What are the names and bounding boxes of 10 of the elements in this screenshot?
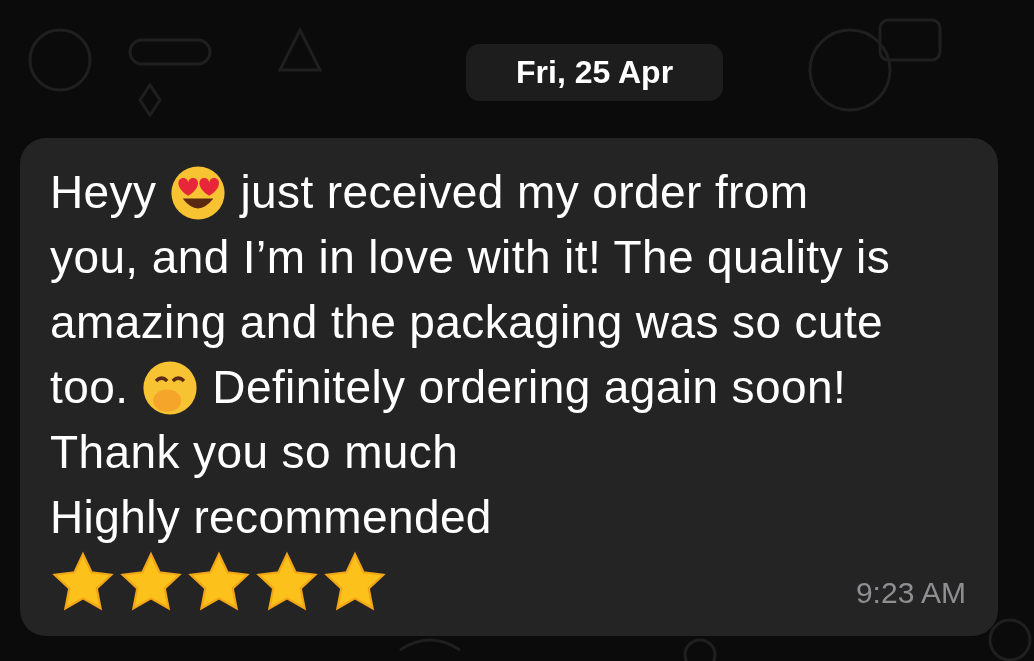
message-text: Definitely ordering again soon!: [212, 360, 847, 415]
message-text: too.: [50, 360, 129, 415]
message-text: Highly recommended: [50, 490, 492, 545]
message-text: you, and I’m in love with it! The quality is: [50, 230, 891, 285]
message-time: 9:23 AM: [855, 576, 966, 610]
message-text: Heyy: [50, 165, 157, 220]
heart-eyes-emoji-icon: [170, 164, 227, 221]
message-text: just received my order from: [240, 165, 809, 220]
message-text: amazing and the packaging was so cute: [50, 295, 884, 350]
message-text: Thank you so much: [50, 425, 459, 480]
